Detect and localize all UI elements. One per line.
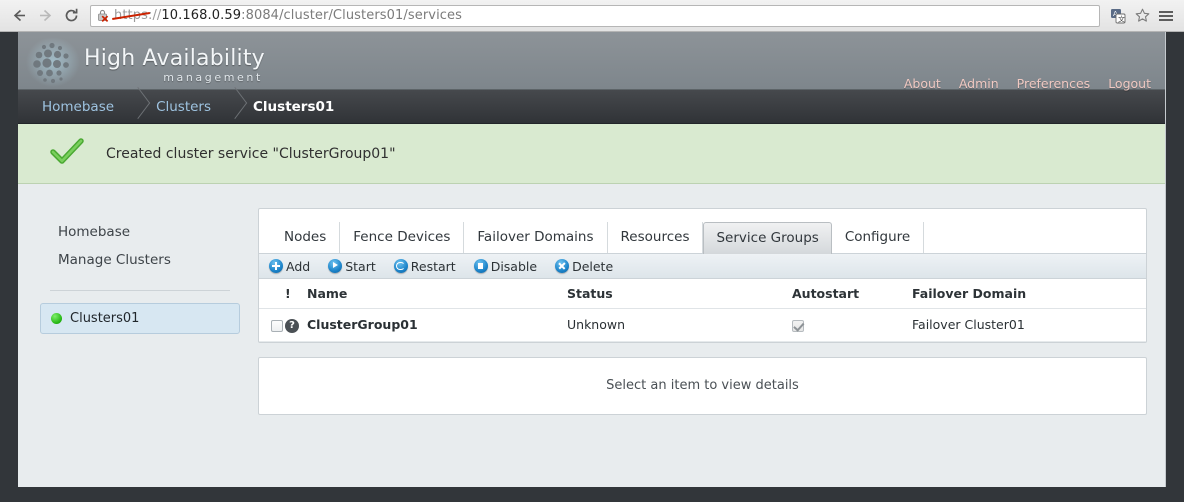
url-bar[interactable]: https://10.168.0.59:8084/cluster/Cluster… — [90, 4, 1100, 27]
autostart-checkbox — [792, 319, 804, 332]
details-panel: Select an item to view details — [258, 356, 1147, 415]
url-host: 10.168.0.59 — [161, 7, 242, 23]
service-groups-table: ! Name Status Autostart Failover Domain — [259, 279, 1146, 342]
restart-button[interactable]: Restart — [393, 258, 456, 274]
bookmark-star-icon[interactable] — [1130, 4, 1154, 28]
disable-button[interactable]: Disable — [473, 258, 538, 274]
header-autostart[interactable]: Autostart — [792, 279, 912, 309]
header-failover-domain[interactable]: Failover Domain — [912, 279, 1146, 309]
start-button[interactable]: Start — [328, 259, 376, 274]
sidebar-item-homebase[interactable]: Homebase — [36, 218, 244, 246]
restart-circle-icon — [393, 259, 408, 273]
row-checkbox[interactable] — [271, 319, 283, 332]
translate-icon[interactable]: A 文 — [1106, 4, 1130, 28]
alert-message: Created cluster service "ClusterGroup01" — [106, 145, 396, 162]
status-dot-icon — [51, 313, 62, 324]
green-check-icon — [50, 137, 84, 170]
table-header-row: ! Name Status Autostart Failover Domain — [259, 279, 1146, 309]
insecure-lock-icon[interactable] — [96, 8, 111, 23]
brand-text: High Availability management — [84, 47, 265, 88]
details-placeholder: Select an item to view details — [606, 378, 799, 393]
tab-resources[interactable]: Resources — [608, 222, 704, 253]
close-circle-icon — [555, 259, 570, 273]
table-body: ? ClusterGroup01 Unknown Failover Cluste… — [259, 308, 1146, 342]
delete-button[interactable]: Delete — [555, 259, 613, 274]
success-alert: Created cluster service "ClusterGroup01" — [18, 124, 1165, 184]
top-nav: About Admin Preferences Logout — [904, 76, 1151, 91]
table-row[interactable]: ? ClusterGroup01 Unknown Failover Cluste… — [259, 308, 1146, 342]
question-mark-icon: ? — [285, 318, 299, 333]
url-port: :8084 — [241, 7, 280, 23]
nav-item-preferences[interactable]: Preferences — [1017, 76, 1091, 91]
delete-button-label: Delete — [572, 258, 614, 274]
reload-icon[interactable] — [58, 3, 84, 29]
url-scheme: https — [114, 7, 148, 23]
url-separator: :// — [147, 7, 162, 23]
service-groups-panel: Nodes Fence Devices Failover Domains Res… — [258, 208, 1147, 343]
breadcrumb-separator-icon — [124, 90, 146, 124]
browser-action-icons: A 文 — [1106, 4, 1178, 28]
tab-fence-devices[interactable]: Fence Devices — [340, 222, 465, 253]
add-button[interactable]: Add — [269, 259, 310, 274]
tab-service-groups[interactable]: Service Groups — [703, 222, 832, 254]
header-select — [259, 279, 285, 309]
browser-toolbar: https://10.168.0.59:8084/cluster/Cluster… — [0, 0, 1184, 32]
nav-item-admin[interactable]: Admin — [959, 76, 999, 91]
breadcrumb: Homebase Clusters Clusters01 — [18, 90, 1165, 124]
breadcrumb-separator-icon — [221, 90, 243, 124]
svg-text:文: 文 — [1118, 14, 1125, 23]
play-circle-icon — [328, 259, 343, 273]
page-background: High Availability management About Admin… — [0, 32, 1184, 502]
start-button-label: Start — [345, 258, 376, 274]
sidebar: Homebase Manage Clusters Clusters01 — [36, 208, 244, 485]
tab-nodes[interactable]: Nodes — [271, 222, 341, 253]
table-header: ! Name Status Autostart Failover Domain — [259, 279, 1146, 309]
menu-hamburger-icon[interactable] — [1154, 4, 1178, 28]
header-alert[interactable]: ! — [285, 279, 307, 309]
brand-logo[interactable]: High Availability management — [24, 36, 265, 88]
tab-configure[interactable]: Configure — [832, 222, 925, 253]
stop-circle-icon — [473, 259, 488, 273]
tab-failover-domains[interactable]: Failover Domains — [464, 222, 608, 253]
breadcrumb-item-clusters01: Clusters01 — [253, 98, 335, 115]
disable-button-label: Disable — [490, 258, 538, 274]
page-body: Homebase Manage Clusters Clusters01 Node… — [18, 184, 1165, 485]
header-status[interactable]: Status — [567, 279, 792, 309]
url-path: /cluster/Clusters01/services — [279, 7, 463, 23]
sidebar-item-clusters01[interactable]: Clusters01 — [40, 303, 240, 334]
breadcrumb-item-homebase[interactable]: Homebase — [32, 90, 124, 124]
sidebar-item-manage-clusters[interactable]: Manage Clusters — [36, 246, 244, 274]
row-failover-domain: Failover Cluster01 — [912, 308, 1146, 342]
app-title: High Availability — [84, 46, 265, 71]
tab-bar: Nodes Fence Devices Failover Domains Res… — [259, 209, 1146, 254]
breadcrumb-item-clusters[interactable]: Clusters — [146, 90, 221, 124]
row-state-cell: ? — [285, 308, 307, 342]
plus-circle-icon — [269, 259, 283, 273]
restart-button-label: Restart — [410, 258, 456, 274]
row-name: ClusterGroup01 — [307, 308, 567, 342]
app-header: High Availability management About Admin… — [18, 32, 1165, 91]
row-select-cell[interactable] — [259, 308, 285, 342]
sidebar-cluster-label: Clusters01 — [70, 311, 140, 326]
dot-cluster-logo-icon — [24, 36, 82, 88]
forward-arrow-icon — [32, 3, 58, 29]
app-subtitle: management — [163, 71, 263, 84]
sidebar-divider — [50, 290, 230, 291]
row-status: Unknown — [567, 308, 792, 342]
application-window: High Availability management About Admin… — [18, 32, 1166, 487]
header-name[interactable]: Name — [307, 279, 567, 309]
nav-item-logout[interactable]: Logout — [1108, 76, 1151, 91]
action-toolbar: Add Start Restart Disable Delete — [259, 253, 1146, 279]
row-autostart-cell — [792, 308, 912, 342]
add-button-label: Add — [286, 258, 311, 274]
content-area: Nodes Fence Devices Failover Domains Res… — [258, 208, 1147, 485]
nav-item-about[interactable]: About — [904, 76, 941, 91]
back-arrow-icon[interactable] — [6, 3, 32, 29]
url-text: https://10.168.0.59:8084/cluster/Cluster… — [114, 6, 462, 26]
